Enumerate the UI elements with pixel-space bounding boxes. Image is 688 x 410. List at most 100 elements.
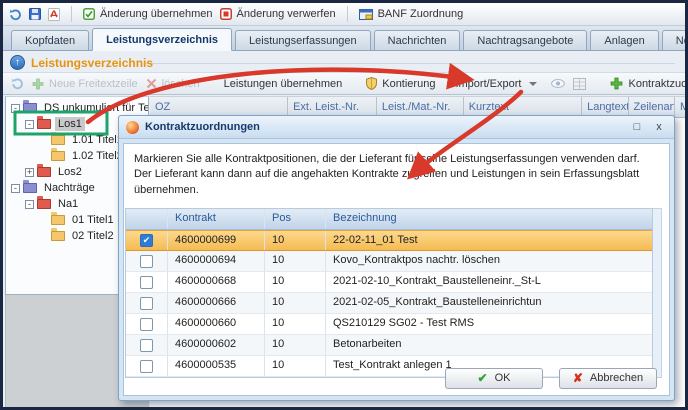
tab-kopfdaten[interactable]: Kopfdaten [11,30,89,50]
pdf-icon[interactable] [48,8,60,21]
banf-window-icon [359,9,373,20]
contract-table-wrap: Kontrakt Pos Bezeichnung ✔46000006991022… [125,208,662,378]
account-assignment-button[interactable]: Kontierung [366,77,435,90]
cell-kontrakt: 4600000602 [168,335,265,355]
cell-kontrakt: 4600000535 [168,356,265,376]
tree-node-label: Na1 [55,197,81,211]
row-checkbox[interactable] [140,255,153,268]
banf-assignment-label: BANF Zuordnung [378,8,464,20]
table-row[interactable]: 4600000668102021-02-10_Kontrakt_Baustell… [126,272,652,293]
expand-node-icon[interactable]: + [25,168,34,177]
column-header-zeilenart[interactable]: Zeilenart [629,97,675,117]
discard-changes-label: Änderung verwerfen [237,8,336,20]
tree-node-label: Los2 [55,165,85,179]
folder-icon [51,151,65,161]
collapse-node-icon[interactable]: - [11,184,20,193]
contract-assignment-dialog: Kontraktzuordnungen □ x Markieren Sie al… [118,115,675,401]
ok-button[interactable]: ✔ OK [445,368,543,389]
column-header-ext-leist-nr[interactable]: Ext. Leist.-Nr. [288,97,377,117]
tab-notizen[interactable]: Notizen [662,30,688,50]
tree-node-ds-unkumuliert-f-r-tests-zu[interactable]: -DS unkumuliert für Tests zu [6,100,148,116]
new-freetext-row-label: Neue Freitextzeile [49,78,138,90]
tab-nachtragsangebote[interactable]: Nachtragsangebote [463,30,587,50]
column-header-bezeichnung[interactable]: Bezeichnung [326,209,652,229]
ok-label: OK [495,371,511,386]
cell-checkbox [126,356,168,376]
dialog-title: Kontraktzuordnungen [145,121,623,133]
cell-checkbox [126,251,168,271]
folder-icon [37,167,51,177]
row-checkbox[interactable] [140,318,153,331]
toolbar-separator [71,6,72,22]
dialog-buttons: ✔ OK ✘ Abbrechen [445,368,657,389]
plus-icon [610,77,623,90]
refresh-icon[interactable] [11,77,24,90]
tree-node-label: Los1 [55,117,85,131]
table-row[interactable]: ✔46000006991022-02-11_01 Test [126,230,652,251]
row-checkbox[interactable] [140,297,153,310]
collapse-node-icon[interactable]: - [11,104,20,113]
collapse-section-icon[interactable]: ↑ [10,55,25,70]
column-header-checkbox[interactable] [126,209,168,229]
collapse-node-icon[interactable]: - [25,120,34,129]
folder-icon [51,135,65,145]
close-icon[interactable]: x [651,121,667,133]
tab-leistungserfassungen[interactable]: Leistungserfassungen [235,30,371,50]
import-export-dropdown[interactable]: Import/Export [455,78,537,90]
discard-changes-button[interactable]: Änderung verwerfen [220,8,336,20]
dialog-content: Markieren Sie alle Kontraktpositionen, d… [123,143,670,396]
row-checkbox[interactable] [140,360,153,373]
save-icon[interactable] [29,8,41,20]
column-header-pos[interactable]: Pos [265,209,326,229]
contract-assignment-button[interactable]: Kontraktzuordnung [610,77,688,90]
table-scrollbar[interactable] [653,208,662,378]
cell-kontrakt: 4600000694 [168,251,265,271]
row-checkbox[interactable] [140,276,153,289]
column-header-kontrakt[interactable]: Kontrakt [168,209,265,229]
table-row[interactable]: 460000069410Kovo_Kontraktpos nachtr. lös… [126,251,652,272]
shield-icon [366,77,377,90]
preview-eye-icon[interactable] [551,79,565,88]
section-header: ↑ Leistungsverzeichnis [10,55,153,70]
apply-services-button[interactable]: Leistungen übernehmen [224,78,343,90]
maximize-button[interactable]: □ [629,121,645,133]
new-freetext-row-button[interactable]: Neue Freitextzeile [32,78,138,90]
numbering-grid-icon[interactable] [573,78,586,90]
dialog-titlebar[interactable]: Kontraktzuordnungen □ x [119,116,674,139]
column-header-oz[interactable]: OZ [150,97,288,117]
delete-button[interactable]: löschen [146,78,200,90]
column-header-leist-mat-nr[interactable]: Leist./Mat.-Nr. [377,97,464,117]
cell-checkbox [126,293,168,313]
column-header-kurztext[interactable]: Kurztext [464,97,582,117]
table-row[interactable]: 460000066010QS210129 SG02 - Test RMS [126,314,652,335]
apply-changes-button[interactable]: Änderung übernehmen [83,8,213,20]
plus-icon [32,78,44,90]
tab-anlagen[interactable]: Anlagen [590,30,658,50]
table-row[interactable]: 460000060210Betonarbeiten [126,335,652,356]
tab-leistungsverzeichnis[interactable]: Leistungsverzeichnis [92,28,232,51]
cell-pos: 10 [265,293,326,313]
cancel-button[interactable]: ✘ Abbrechen [559,368,657,389]
cell-bezeichnung: 2021-02-05_Kontrakt_Baustelleneinrichtun [326,293,652,313]
column-header-menge[interactable]: Meng [675,97,685,117]
green-checkbox-icon [83,8,95,20]
row-checkbox[interactable] [140,339,153,352]
discard-icon [220,8,232,20]
collapse-node-icon[interactable]: - [25,200,34,209]
cell-pos: 10 [265,231,326,250]
contract-assignment-label: Kontraktzuordnung [628,78,688,90]
cell-bezeichnung: Betonarbeiten [326,335,652,355]
cancel-label: Abbrechen [590,371,643,386]
delete-icon [146,78,157,89]
table-row[interactable]: 4600000666102021-02-05_Kontrakt_Baustell… [126,293,652,314]
check-icon: ✔ [478,370,488,387]
cell-kontrakt: 4600000699 [168,231,265,250]
lv-toolbar: Neue Freitextzeile löschen Leistungen üb… [3,72,685,95]
banf-assignment-button[interactable]: BANF Zuordnung [359,8,464,20]
folder-icon [23,103,37,113]
cell-bezeichnung: 2021-02-10_Kontrakt_Baustelleneinr._St-L [326,272,652,292]
column-header-langtext[interactable]: Langtext [582,97,628,117]
tab-nachrichten[interactable]: Nachrichten [374,30,461,50]
row-checkbox-checked[interactable]: ✔ [140,234,153,247]
refresh-icon[interactable] [9,8,22,21]
